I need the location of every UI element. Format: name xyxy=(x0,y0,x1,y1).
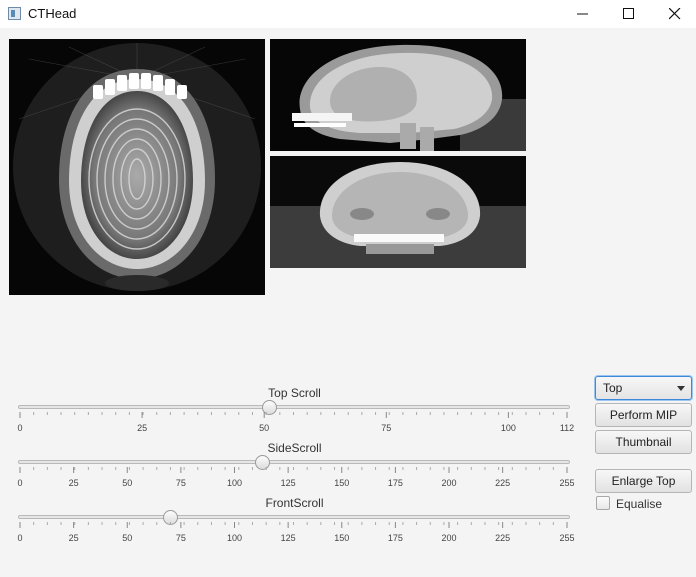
app-icon xyxy=(8,7,21,20)
tick-label: 100 xyxy=(226,533,243,543)
enlarge-top-button[interactable]: Enlarge Top xyxy=(595,469,692,493)
tick-label: 200 xyxy=(441,533,457,543)
maximize-button[interactable] xyxy=(606,0,652,28)
tick-label: 75 xyxy=(175,533,186,543)
tick-label: 0 xyxy=(17,423,23,433)
front-scroll-track[interactable] xyxy=(18,515,570,519)
top-view-image xyxy=(9,39,265,295)
side-scroll-track[interactable] xyxy=(18,460,570,464)
window-title: CTHead xyxy=(28,6,77,21)
tick-label: 125 xyxy=(280,478,296,488)
close-button[interactable] xyxy=(652,0,696,28)
top-scroll-track[interactable] xyxy=(18,405,570,409)
tick-label: 100 xyxy=(500,423,516,433)
view-select-value: Top xyxy=(603,381,623,395)
side-view-image xyxy=(270,39,526,151)
side-scroll-ticks xyxy=(19,467,568,473)
equalise-checkbox[interactable] xyxy=(596,496,610,510)
front-view-image xyxy=(270,156,526,268)
tick-label: 0 xyxy=(17,478,23,488)
front-scroll-tick-labels: 0 25 50 75 100 125 150 175 200 225 255 xyxy=(0,533,696,545)
front-scroll-label: FrontScroll xyxy=(265,496,324,510)
tick-label: 175 xyxy=(387,533,403,543)
minimize-icon xyxy=(577,13,588,15)
tick-label: 25 xyxy=(68,533,79,543)
maximize-icon xyxy=(623,8,634,19)
view-select[interactable]: Top xyxy=(595,376,692,400)
tick-label: 112 xyxy=(559,423,575,433)
tick-label: 255 xyxy=(559,533,575,543)
tick-label: 75 xyxy=(381,423,392,433)
tick-label: 50 xyxy=(122,533,133,543)
tick-label: 100 xyxy=(226,478,243,488)
tick-label: 25 xyxy=(137,423,148,433)
tick-label: 50 xyxy=(259,423,270,433)
equalise-label: Equalise xyxy=(616,497,663,511)
tick-label: 255 xyxy=(559,478,575,488)
tick-label: 150 xyxy=(334,533,350,543)
tick-label: 25 xyxy=(68,478,79,488)
close-icon xyxy=(669,8,681,20)
tick-label: 175 xyxy=(387,478,403,488)
tick-label: 0 xyxy=(17,533,23,543)
tick-label: 225 xyxy=(495,533,511,543)
perform-mip-button[interactable]: Perform MIP xyxy=(595,403,692,427)
title-bar: CTHead xyxy=(0,0,696,28)
top-scroll-ticks xyxy=(19,412,568,418)
thumbnail-button[interactable]: Thumbnail xyxy=(595,430,692,454)
top-scroll-label: Top Scroll xyxy=(268,386,321,400)
tick-label: 125 xyxy=(280,533,296,543)
tick-label: 200 xyxy=(441,478,457,488)
top-scroll-tick-labels: 0 25 50 75 100 112 xyxy=(0,423,696,435)
tick-label: 50 xyxy=(122,478,133,488)
tick-label: 225 xyxy=(495,478,511,488)
front-scroll-ticks xyxy=(19,522,568,528)
side-scroll-label: SideScroll xyxy=(267,441,322,455)
tick-label: 75 xyxy=(175,478,186,488)
chevron-down-icon xyxy=(677,386,685,391)
tick-label: 150 xyxy=(334,478,350,488)
minimize-button[interactable] xyxy=(560,0,606,28)
side-scroll-tick-labels: 0 25 50 75 100 125 150 175 200 225 255 xyxy=(0,478,696,490)
